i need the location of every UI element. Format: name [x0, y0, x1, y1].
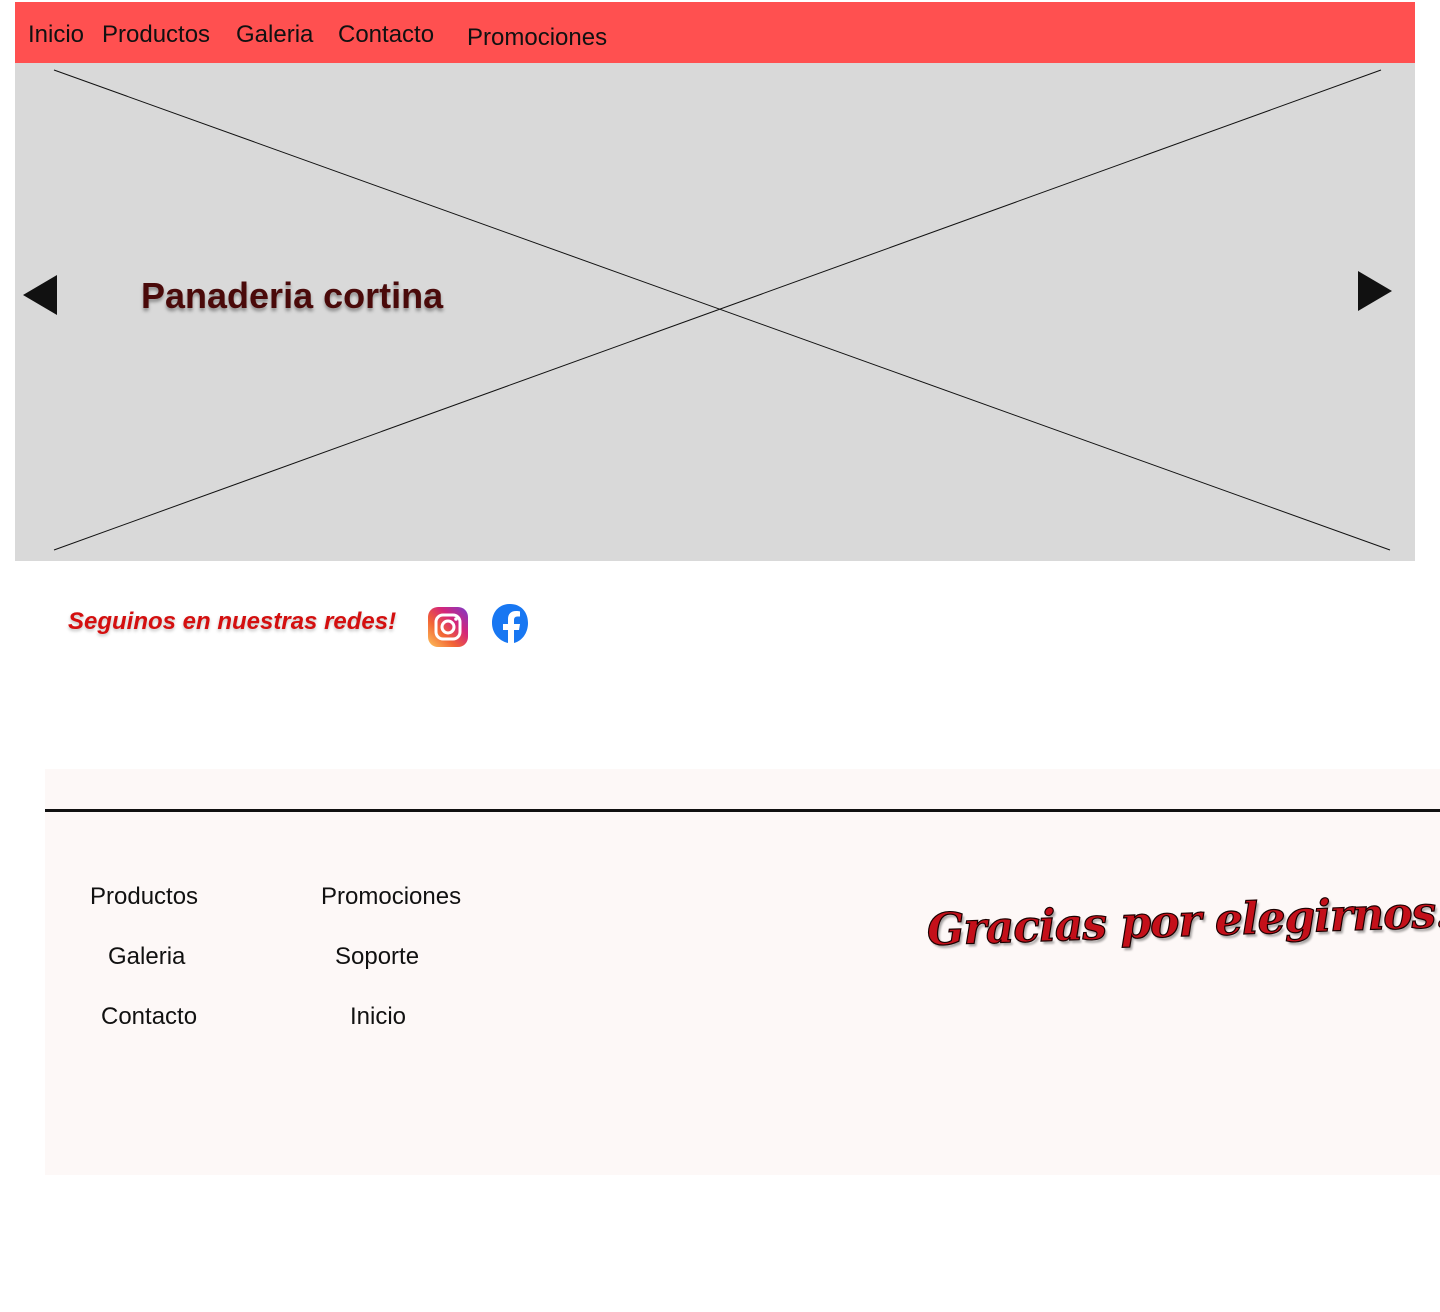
footer-link-productos[interactable]: Productos	[90, 883, 198, 911]
footer: Productos Galeria Contacto Promociones S…	[45, 769, 1440, 1175]
instagram-link[interactable]	[426, 605, 470, 654]
footer-link-inicio[interactable]: Inicio	[350, 1003, 406, 1031]
footer-link-soporte[interactable]: Soporte	[335, 943, 419, 971]
nav-link-productos[interactable]: Productos	[102, 21, 210, 49]
carousel-next-button[interactable]	[1356, 269, 1394, 313]
nav-link-contacto[interactable]: Contacto	[338, 21, 434, 49]
footer-link-galeria[interactable]: Galeria	[108, 943, 185, 971]
nav-link-inicio[interactable]: Inicio	[28, 21, 84, 49]
footer-divider	[45, 809, 1440, 812]
footer-link-promociones[interactable]: Promociones	[321, 883, 461, 911]
triangle-right-icon	[1358, 271, 1392, 311]
hero-carousel: Panaderia cortina	[15, 63, 1415, 561]
thanks-message: Gracias por elegirnos!!	[926, 885, 1440, 956]
social-callout: Seguinos en nuestras redes!	[68, 608, 397, 635]
nav-link-galeria[interactable]: Galeria	[236, 21, 313, 49]
hero-title: Panaderia cortina	[141, 275, 444, 316]
facebook-link[interactable]	[490, 602, 530, 651]
nav-link-promociones[interactable]: Promociones	[467, 24, 607, 52]
instagram-icon	[428, 607, 468, 647]
facebook-icon	[492, 604, 528, 643]
footer-link-contacto[interactable]: Contacto	[101, 1003, 197, 1031]
carousel-prev-button[interactable]	[21, 273, 59, 317]
triangle-left-icon	[23, 275, 57, 315]
top-nav: Inicio Productos Galeria Contacto Promoc…	[15, 2, 1415, 63]
